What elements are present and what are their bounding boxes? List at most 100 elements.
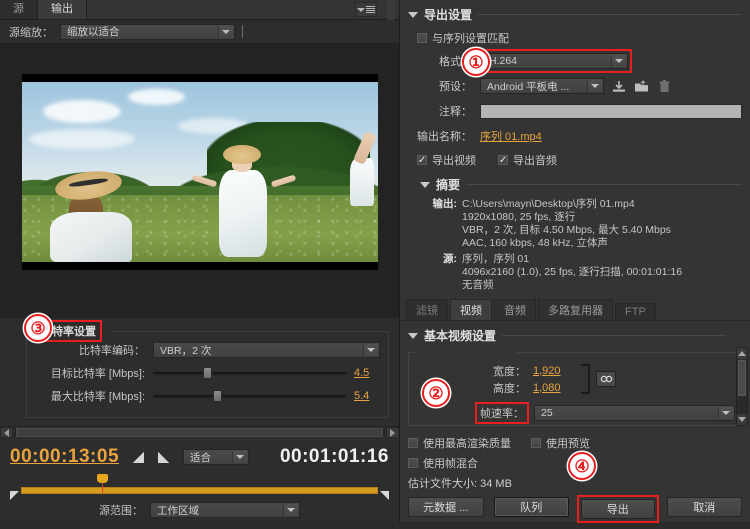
max-render-quality-checkbox[interactable]: [408, 438, 418, 448]
bitrate-group: 比特率设置 比特率编码： VBR，2 次 目标比特率 [Mbps]: 4.5 最…: [26, 320, 389, 418]
use-preview-checkbox[interactable]: [531, 438, 541, 448]
tab-filters[interactable]: 滤镜: [406, 299, 448, 320]
link-chain-icon[interactable]: [596, 371, 616, 387]
in-point-icon[interactable]: [133, 451, 145, 463]
bitrate-encoding-value: VBR，2 次: [160, 344, 212, 357]
marker-three: ③: [24, 314, 52, 342]
basic-video-header[interactable]: 基本视频设置: [408, 327, 742, 344]
export-audio-checkbox[interactable]: [498, 155, 508, 165]
range-end-handle[interactable]: [380, 491, 389, 500]
source-scale-label: 源缩放：: [9, 26, 53, 39]
delete-preset-icon[interactable]: [656, 78, 673, 94]
width-value[interactable]: 1,920: [533, 365, 577, 377]
tab-multiplexer[interactable]: 多路复用器: [538, 299, 613, 320]
duration-timecode: 00:01:01:16: [279, 446, 389, 467]
scroll-left-icon[interactable]: [0, 427, 13, 438]
source-range-dropdown[interactable]: 工作区域: [150, 502, 300, 518]
twisty-down-icon[interactable]: [408, 11, 418, 18]
video-preview-area[interactable]: [0, 44, 399, 318]
scroll-right-icon[interactable]: [386, 427, 399, 438]
match-sequence-row[interactable]: 与序列设置匹配: [417, 30, 742, 46]
export-video-checkbox[interactable]: [417, 155, 427, 165]
preview-tabbar: 源 输出: [0, 0, 399, 20]
source-range-label: 源范围：: [99, 505, 143, 517]
tab-video[interactable]: 视频: [450, 299, 492, 320]
frame-rate-label: 帧速率：: [480, 407, 524, 420]
source-scale-dropdown[interactable]: 缩放以适合: [60, 23, 235, 40]
scrub-bar-area[interactable]: [10, 474, 389, 500]
frame-rate-row: 帧速率： 25: [415, 401, 735, 424]
preset-dropdown[interactable]: Android 平板电 ...: [480, 78, 604, 94]
scroll-down-icon[interactable]: [737, 414, 747, 425]
horizontal-scrollbar[interactable]: [0, 426, 399, 438]
settings-tabbar: 滤镜 视频 音频 多路复用器 FTP: [400, 299, 750, 321]
tabbar-corner: [387, 0, 395, 20]
maximum-bitrate-row: 最大比特率 [Mbps]: 5.4: [35, 386, 380, 406]
maximum-bitrate-slider[interactable]: [153, 389, 346, 403]
max-render-quality-row[interactable]: 使用最高渲染质量: [408, 435, 511, 451]
export-video-row[interactable]: 导出视频: [417, 152, 476, 168]
comment-label: 注释：: [439, 106, 472, 118]
target-bitrate-slider[interactable]: [153, 366, 346, 380]
twisty-down-icon[interactable]: [408, 332, 418, 339]
preset-label: 预设：: [439, 81, 472, 93]
divider: [502, 335, 726, 336]
estimated-size-value: 34 MB: [480, 478, 512, 490]
woman-right-edge: [342, 131, 377, 206]
maximum-bitrate-value[interactable]: 5.4: [346, 390, 380, 402]
output-name-label: 输出名称：: [417, 131, 472, 143]
hamburger-icon: [366, 6, 375, 13]
summary-title: 摘要: [436, 178, 461, 192]
chevron-down-icon: [718, 406, 733, 419]
tab-output[interactable]: 输出: [38, 0, 87, 19]
match-sequence-checkbox[interactable]: [417, 33, 427, 43]
tab-audio[interactable]: 音频: [494, 299, 536, 320]
scroll-up-icon[interactable]: [737, 348, 747, 359]
divider: [242, 25, 243, 38]
frame-rate-dropdown[interactable]: 25: [534, 404, 735, 421]
range-start-handle[interactable]: [10, 491, 19, 500]
target-bitrate-value[interactable]: 4.5: [346, 367, 380, 379]
playhead[interactable]: [97, 474, 109, 500]
frame-blending-checkbox[interactable]: [408, 458, 418, 468]
bitrate-encoding-dropdown[interactable]: VBR，2 次: [153, 342, 380, 358]
source-range-row: 源范围： 工作区域: [10, 502, 389, 518]
scroll-thumb[interactable]: [738, 360, 746, 396]
height-value[interactable]: 1,080: [533, 382, 577, 394]
export-audio-label: 导出音频: [513, 155, 557, 167]
format-value: H.264: [489, 55, 518, 67]
queue-button[interactable]: 队列: [493, 497, 569, 517]
output-name-link[interactable]: 序列 01.mp4: [480, 128, 542, 144]
summary-body: 输出: C:\Users\mayn\Desktop\序列 01.mp4 1920…: [408, 198, 742, 292]
summary-header[interactable]: 摘要: [420, 176, 742, 193]
cancel-button[interactable]: 取消: [666, 497, 742, 517]
import-preset-icon[interactable]: [633, 78, 650, 94]
summary-output-line: 1920x1080, 25 fps, 逐行: [462, 211, 576, 223]
export-button[interactable]: 导出: [581, 499, 655, 519]
save-preset-icon[interactable]: [610, 78, 627, 94]
metadata-button[interactable]: 元数据 ...: [408, 497, 484, 517]
export-settings-header[interactable]: 导出设置: [408, 6, 742, 23]
frame-blending-label: 使用帧混合: [423, 458, 478, 470]
dialog-footer: 使用最高渲染质量 使用预览 使用帧混合 估计文件大小: 34 MB 元数据 ..…: [400, 430, 750, 529]
comment-input[interactable]: [480, 103, 742, 119]
chevron-down-icon: [363, 344, 378, 356]
format-highlight: H.264: [478, 49, 632, 73]
tab-ftp[interactable]: FTP: [615, 303, 656, 320]
preset-row: 预设： Android 平板电 ...: [408, 76, 742, 96]
twisty-down-icon[interactable]: [420, 181, 430, 188]
chevron-down-icon: [283, 504, 298, 516]
export-audio-row[interactable]: 导出音频: [498, 152, 557, 168]
scroll-track[interactable]: [14, 428, 385, 437]
summary-output-line: C:\Users\mayn\Desktop\序列 01.mp4: [462, 198, 635, 210]
zoom-level-dropdown[interactable]: 适合: [183, 449, 250, 465]
format-dropdown[interactable]: H.264: [482, 53, 628, 69]
current-timecode[interactable]: 00:00:13:05: [10, 446, 119, 468]
out-point-icon[interactable]: [158, 451, 170, 463]
use-preview-row[interactable]: 使用预览: [531, 435, 590, 451]
chevron-down-icon: [357, 7, 365, 12]
panel-menu-button[interactable]: [355, 2, 377, 17]
work-area-bar[interactable]: [21, 487, 378, 494]
settings-vertical-scrollbar[interactable]: [736, 347, 748, 426]
tab-source[interactable]: 源: [0, 0, 38, 19]
